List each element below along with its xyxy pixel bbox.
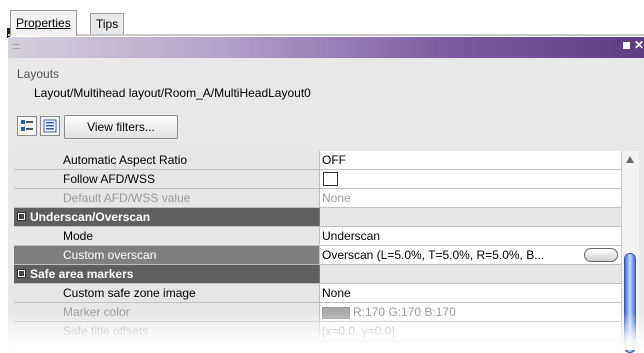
section-label: Underscan/Overscan bbox=[30, 210, 151, 224]
property-name: Automatic Aspect Ratio bbox=[14, 151, 320, 169]
property-row-follow-afd-wss[interactable]: Follow AFD/WSS bbox=[14, 170, 621, 189]
drag-grip-icon[interactable]: ::::: bbox=[12, 41, 20, 51]
layout-path: Layout/Multihead layout/Room_A/MultiHead… bbox=[34, 86, 311, 100]
section-value bbox=[320, 208, 621, 226]
property-row-automatic-aspect-ratio[interactable]: Automatic Aspect Ratio OFF bbox=[14, 151, 621, 170]
property-row-custom-overscan[interactable]: Custom overscan Overscan (L=5.0%, T=5.0%… bbox=[14, 246, 621, 265]
follow-afd-wss-checkbox[interactable] bbox=[323, 172, 338, 186]
property-row-safe-title-offsets: Safe title offsets [x=0.0, y=0.0] bbox=[14, 322, 621, 341]
panel-title-bar[interactable]: ::::: ✕ bbox=[8, 37, 644, 58]
tab-properties[interactable]: Properties bbox=[10, 10, 77, 36]
marker-color-value: R:170 G:170 B:170 bbox=[353, 305, 456, 319]
panel-header: Layouts Layout/Multihead layout/Room_A/M… bbox=[8, 58, 644, 108]
custom-overscan-value: Overscan (L=5.0%, T=5.0%, R=5.0%, B... bbox=[322, 248, 545, 262]
property-value[interactable]: None bbox=[320, 284, 621, 302]
toolbar: View filters... bbox=[8, 108, 644, 145]
collapse-icon[interactable] bbox=[17, 269, 26, 278]
property-name: Mode bbox=[14, 227, 320, 245]
property-name: Follow AFD/WSS bbox=[14, 170, 320, 188]
property-name: Default AFD/WSS value bbox=[14, 189, 320, 207]
property-value: None bbox=[322, 191, 351, 205]
edit-overscan-button[interactable] bbox=[584, 248, 618, 262]
property-row-custom-safe-zone-image[interactable]: Custom safe zone image None bbox=[14, 284, 621, 303]
view-filters-button[interactable]: View filters... bbox=[64, 115, 178, 139]
section-label: Safe area markers bbox=[30, 267, 134, 281]
property-name: Safe title offsets bbox=[14, 322, 320, 340]
property-name: Marker color bbox=[14, 303, 320, 321]
property-grid-container: Automatic Aspect Ratio OFF Follow AFD/WS… bbox=[8, 145, 644, 353]
scroll-thumb[interactable] bbox=[624, 253, 636, 353]
section-header-underscan-overscan[interactable]: Underscan/Overscan bbox=[14, 208, 621, 227]
property-name: Custom safe zone image bbox=[14, 284, 320, 302]
scroll-up-arrow-icon[interactable] bbox=[626, 156, 634, 163]
property-value[interactable]: Overscan (L=5.0%, T=5.0%, R=5.0%, B... bbox=[320, 246, 621, 264]
property-row-mode[interactable]: Mode Underscan bbox=[14, 227, 621, 246]
categorized-view-icon[interactable] bbox=[17, 116, 37, 136]
collapse-icon[interactable] bbox=[17, 212, 26, 221]
property-value bbox=[320, 170, 621, 188]
property-row-default-afd-wss-value: Default AFD/WSS value None bbox=[14, 189, 621, 208]
maximize-icon[interactable] bbox=[623, 42, 630, 49]
vertical-scrollbar[interactable] bbox=[621, 151, 639, 353]
tab-bar: Properties Tips bbox=[0, 0, 644, 38]
close-icon[interactable]: ✕ bbox=[634, 38, 644, 52]
list-view-icon[interactable] bbox=[40, 116, 60, 136]
tab-tips[interactable]: Tips bbox=[90, 13, 125, 35]
property-value[interactable]: OFF bbox=[320, 151, 621, 169]
section-value bbox=[320, 265, 621, 283]
section-name: Underscan/Overscan bbox=[14, 208, 320, 226]
tab-divider bbox=[8, 34, 644, 36]
property-grid: Automatic Aspect Ratio OFF Follow AFD/WS… bbox=[14, 151, 621, 350]
section-title: Layouts bbox=[17, 67, 60, 81]
section-name: Safe area markers bbox=[14, 265, 320, 283]
section-header-safe-area-markers[interactable]: Safe area markers bbox=[14, 265, 621, 284]
property-value[interactable]: Underscan bbox=[320, 227, 621, 245]
marker-color-swatch bbox=[322, 306, 350, 319]
property-row-marker-color: Marker color R:170 G:170 B:170 bbox=[14, 303, 621, 322]
property-value: R:170 G:170 B:170 bbox=[320, 303, 621, 321]
property-value: [x=0.0, y=0.0] bbox=[322, 324, 395, 338]
property-name: Custom overscan bbox=[14, 246, 320, 264]
